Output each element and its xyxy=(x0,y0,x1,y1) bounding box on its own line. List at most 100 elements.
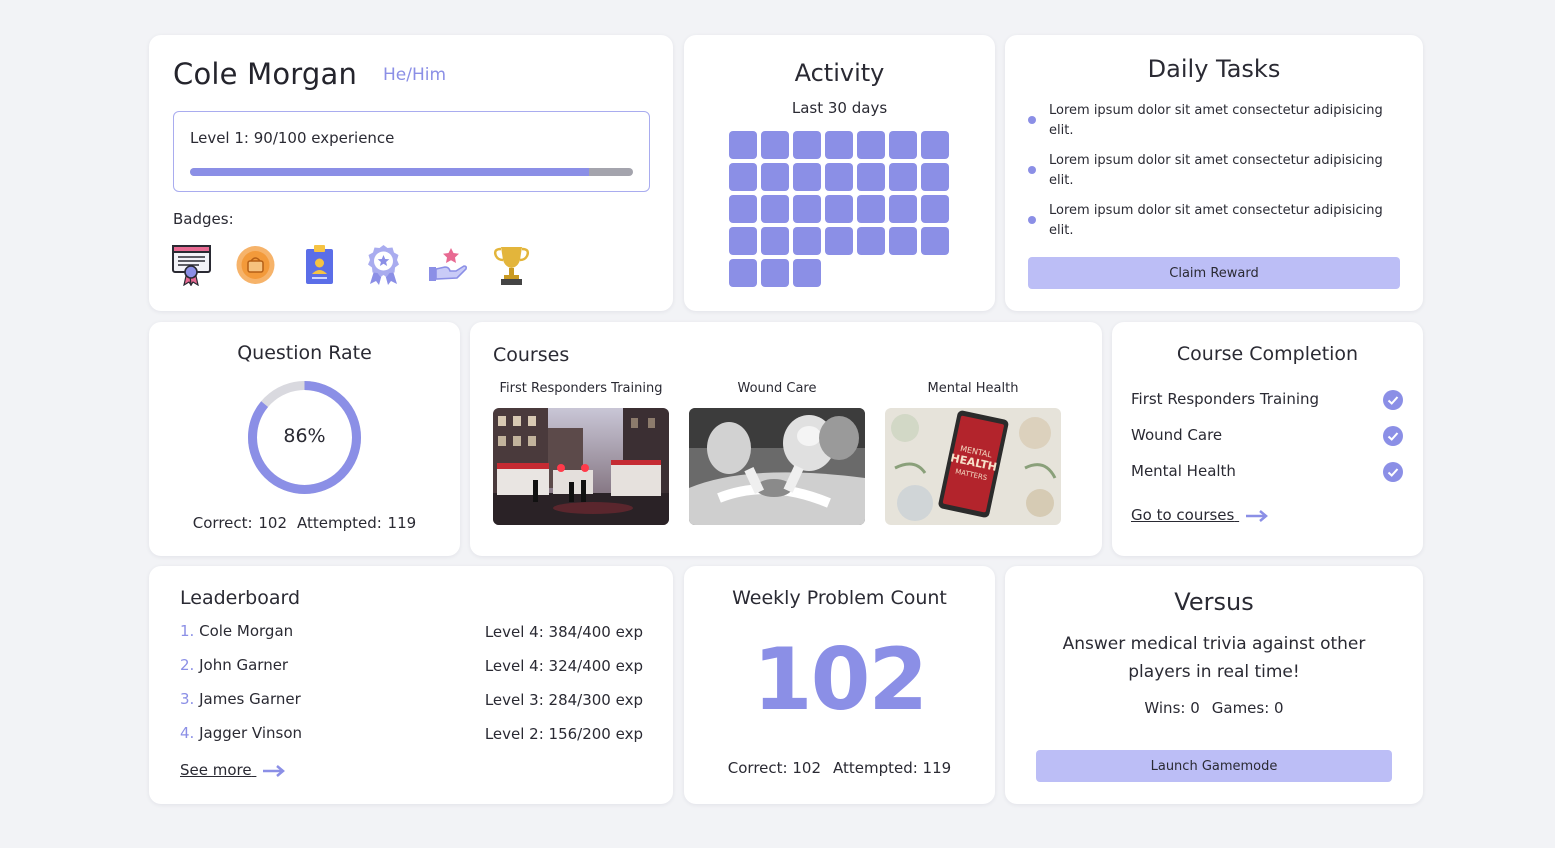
question-rate-title: Question Rate xyxy=(237,342,372,364)
leaderboard-row: 2. John Garner Level 4: 324/400 exp xyxy=(180,656,643,690)
leaderboard-player-name: Jagger Vinson xyxy=(199,724,303,742)
task-text: Lorem ipsum dolor sit amet consectetur a… xyxy=(1049,203,1383,238)
task-item: Lorem ipsum dolor sit amet consectetur a… xyxy=(1028,151,1403,191)
versus-wins: Wins: 0 xyxy=(1144,699,1200,717)
activity-day-cell xyxy=(921,131,949,159)
course-image-street-ambulance[interactable] xyxy=(493,408,669,525)
versus-stats: Wins: 0 Games: 0 xyxy=(1005,699,1423,717)
leaderboard-player-name: Cole Morgan xyxy=(199,622,294,640)
activity-day-cell xyxy=(921,163,949,191)
weekly-stats: Correct: 102 Attempted: 119 xyxy=(684,759,995,777)
task-text: Lorem ipsum dolor sit amet consectetur a… xyxy=(1049,103,1383,138)
profile-card: Cole Morgan He/Him Level 1: 90/100 exper… xyxy=(149,35,673,311)
certificate-badge-icon[interactable] xyxy=(171,243,212,287)
daily-tasks-title: Daily Tasks xyxy=(1147,55,1281,83)
completion-course-name: First Responders Training xyxy=(1131,390,1320,408)
course-image-tablet[interactable]: MENTAL HEALTH MATTERS xyxy=(885,408,1061,525)
experience-progress-fill xyxy=(190,168,589,176)
claim-reward-button[interactable]: Claim Reward xyxy=(1028,257,1400,289)
leaderboard-rank: 2. xyxy=(180,656,195,674)
leaderboard-row: 1. Cole Morgan Level 4: 384/400 exp xyxy=(180,622,643,656)
check-circle-icon xyxy=(1383,462,1403,482)
activity-subtitle: Last 30 days xyxy=(791,99,888,117)
id-card-badge-icon[interactable] xyxy=(299,243,340,286)
see-more-link[interactable]: See more xyxy=(180,761,286,779)
task-item: Lorem ipsum dolor sit amet consectetur a… xyxy=(1028,201,1403,241)
completion-course-name: Wound Care xyxy=(1131,426,1223,444)
activity-day-cell xyxy=(761,131,789,159)
leaderboard-level: Level 4: 324/400 exp xyxy=(484,657,643,675)
profile-pronouns: He/Him xyxy=(383,65,447,85)
activity-day-cell xyxy=(857,195,885,223)
launch-gamemode-button[interactable]: Launch Gamemode xyxy=(1036,750,1392,782)
bullet-dot-icon xyxy=(1028,216,1036,224)
versus-description: Answer medical trivia against other play… xyxy=(1062,634,1366,682)
versus-card: Versus Answer medical trivia against oth… xyxy=(1005,566,1423,804)
completion-item: Wound Care xyxy=(1131,424,1403,460)
completion-course-name: Mental Health xyxy=(1131,462,1236,480)
activity-day-cell xyxy=(921,227,949,255)
activity-day-cell xyxy=(729,195,757,223)
courses-card: Courses First Responders Training Wound … xyxy=(470,322,1102,556)
activity-day-cell xyxy=(825,195,853,223)
activity-day-cell xyxy=(729,227,757,255)
leaderboard-rank: 1. xyxy=(180,622,195,640)
attempted-count: Attempted: 119 xyxy=(296,514,417,532)
leaderboard-rank: 4. xyxy=(180,724,195,742)
activity-day-cell xyxy=(889,227,917,255)
leaderboard-list: 1. Cole Morgan Level 4: 384/400 exp 2. J… xyxy=(180,622,643,758)
activity-day-cell xyxy=(793,227,821,255)
leaderboard-level: Level 3: 284/300 exp xyxy=(484,691,643,709)
activity-day-cell xyxy=(793,131,821,159)
course-image-surgery[interactable] xyxy=(689,408,865,525)
course-tile-mental-health[interactable]: Mental Health MENTAL HEALTH MATTERS xyxy=(885,381,1061,525)
leaderboard-title: Leaderboard xyxy=(180,587,301,609)
leaderboard-row: 3. James Garner Level 3: 284/300 exp xyxy=(180,690,643,724)
helping-hand-star-icon[interactable] xyxy=(427,243,468,286)
check-circle-icon xyxy=(1383,426,1403,446)
weekly-problem-count-value: 102 xyxy=(752,630,929,730)
activity-day-cell xyxy=(793,195,821,223)
course-name: First Responders Training xyxy=(499,381,663,396)
completion-item: First Responders Training xyxy=(1131,388,1403,424)
course-tile-first-responders[interactable]: First Responders Training xyxy=(493,381,669,525)
course-completion-title: Course Completion xyxy=(1176,343,1359,365)
versus-games: Games: 0 xyxy=(1211,699,1284,717)
bullet-dot-icon xyxy=(1028,116,1036,124)
correct-count: Correct: 102 xyxy=(192,514,287,532)
course-name: Mental Health xyxy=(927,381,1019,396)
go-to-courses-label: Go to courses xyxy=(1131,506,1235,524)
course-tile-wound-care[interactable]: Wound Care xyxy=(689,381,865,525)
leaderboard-row: 4. Jagger Vinson Level 2: 156/200 exp xyxy=(180,724,643,758)
award-ribbon-icon[interactable] xyxy=(363,243,404,286)
activity-day-cell xyxy=(889,163,917,191)
activity-day-cell xyxy=(729,131,757,159)
daily-tasks-card: Daily Tasks Lorem ipsum dolor sit amet c… xyxy=(1005,35,1423,311)
course-name: Wound Care xyxy=(737,381,817,396)
go-to-courses-link[interactable]: Go to courses xyxy=(1131,506,1269,524)
see-more-label: See more xyxy=(180,761,252,779)
versus-title: Versus xyxy=(1174,588,1254,616)
weekly-correct-count: Correct: 102 xyxy=(727,759,821,777)
activity-day-cell xyxy=(921,195,949,223)
arrow-right-icon xyxy=(263,764,286,777)
arrow-right-icon xyxy=(1246,509,1269,522)
activity-day-cell xyxy=(729,259,757,287)
trophy-icon[interactable] xyxy=(491,243,532,286)
task-item: Lorem ipsum dolor sit amet consectetur a… xyxy=(1028,101,1403,141)
badges-label: Badges: xyxy=(173,210,234,228)
task-list: Lorem ipsum dolor sit amet consectetur a… xyxy=(1028,101,1403,251)
leaderboard-player-name: James Garner xyxy=(199,690,301,708)
leaderboard-level: Level 4: 384/400 exp xyxy=(484,623,643,641)
task-text: Lorem ipsum dolor sit amet consectetur a… xyxy=(1049,153,1383,188)
weekly-problem-count-card: Weekly Problem Count 102 Correct: 102 Att… xyxy=(684,566,995,804)
courses-title: Courses xyxy=(493,344,570,366)
weekly-problem-count-title: Weekly Problem Count xyxy=(732,587,947,609)
badges-row xyxy=(171,243,532,287)
medal-badge-icon[interactable] xyxy=(235,243,276,286)
bullet-dot-icon xyxy=(1028,166,1036,174)
activity-day-cell xyxy=(761,227,789,255)
activity-day-cell xyxy=(857,163,885,191)
profile-name: Cole Morgan xyxy=(173,57,358,91)
experience-progress-bar xyxy=(190,168,633,176)
